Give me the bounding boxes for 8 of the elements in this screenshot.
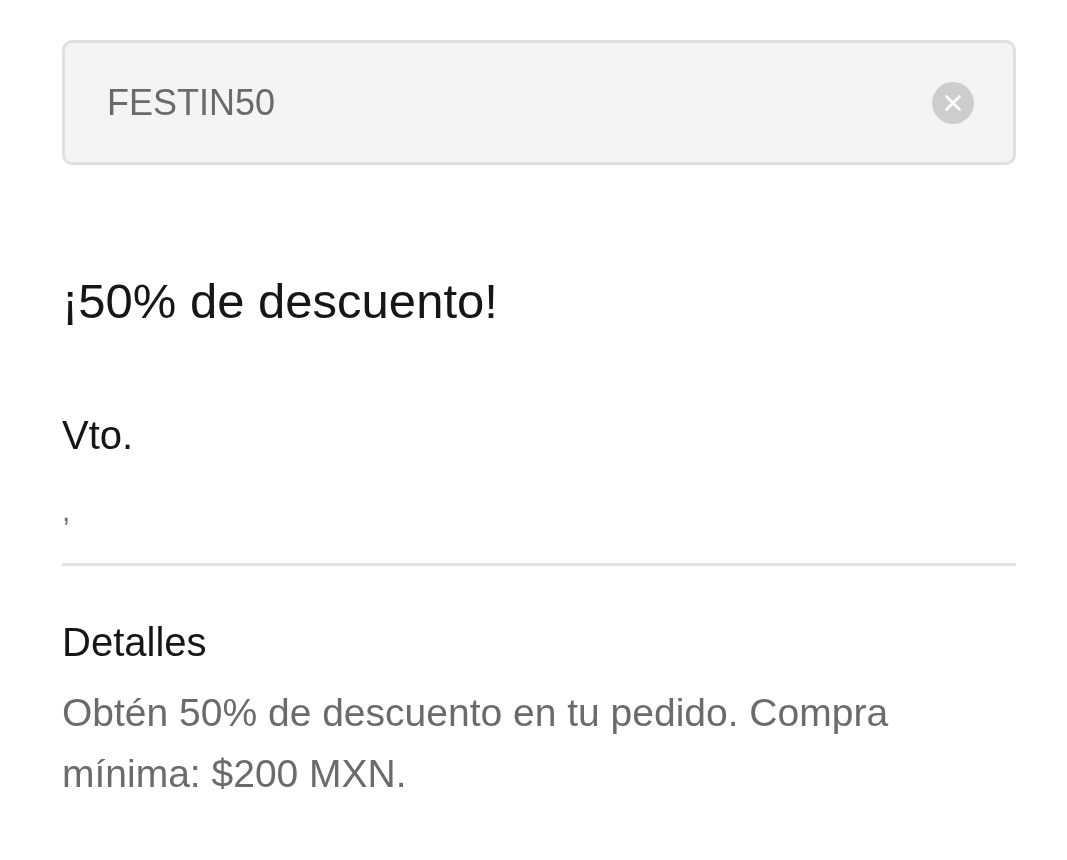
details-label: Detalles: [62, 619, 208, 666]
expiry-value: ,: [62, 493, 72, 529]
close-icon: [932, 82, 974, 124]
details-text: Obtén 50% de descuento en tu pedido. Compra mínima: $200 MXN.: [62, 690, 890, 797]
promo-title: ¡50% de descuento!: [62, 273, 499, 330]
clear-button[interactable]: [932, 82, 974, 124]
expiry-label: Vto.: [62, 412, 135, 459]
promo-code-field[interactable]: FESTIN50: [62, 40, 1016, 165]
